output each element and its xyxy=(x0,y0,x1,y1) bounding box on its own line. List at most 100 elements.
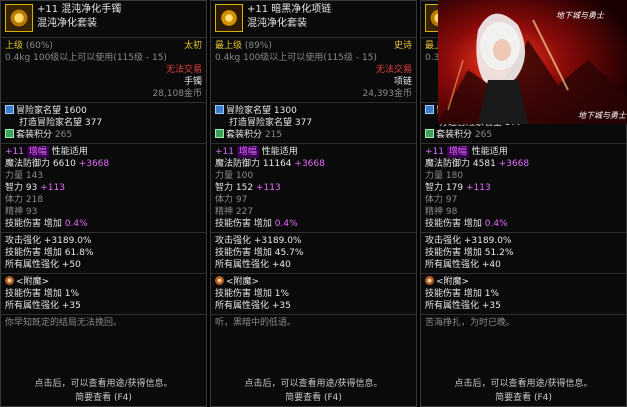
skill-damage-value: 0.4% xyxy=(484,219,508,229)
enchant-label: <附魔> xyxy=(16,277,50,287)
fame-value: 1600 xyxy=(63,106,87,116)
set-points-value: 215 xyxy=(264,130,283,140)
skill-damage2-label: 技能伤害 xyxy=(215,248,252,258)
item-enhance-level: +11 xyxy=(37,4,59,15)
fame-icon xyxy=(5,105,14,114)
skill-dmg2-inc-text: 增加 xyxy=(43,248,62,258)
enchant-orb-icon xyxy=(425,276,434,285)
item-level-requirement: 100级以上可以使用(115级 - 15) xyxy=(243,53,377,63)
amplify-tag: 增幅 xyxy=(236,146,259,158)
flavor-text: 苦海挣扎，为时已晚。 xyxy=(425,318,516,328)
skill-damage-value: 0.4% xyxy=(274,219,298,229)
item-weight: 0.4kg xyxy=(215,53,241,63)
skill-dmg2-inc-text: 增加 xyxy=(463,248,482,258)
item-grade: 最上级 xyxy=(215,41,243,51)
strength-label: 力量 xyxy=(215,171,234,181)
fame-icon xyxy=(425,105,434,114)
click-info-hint: 点击后，可以查看用途/获得信息。 xyxy=(454,379,593,389)
vitality-value: 97 xyxy=(235,195,248,205)
brief-view-button[interactable]: 简要查看 (F4) xyxy=(421,392,626,404)
intelligence-bonus: +113 xyxy=(465,183,491,193)
performance-label: 性能适用 xyxy=(261,147,298,157)
item-price: 28,108金币 xyxy=(152,89,203,99)
spirit-value: 227 xyxy=(235,207,254,217)
strength-label: 力量 xyxy=(425,171,444,181)
item-level-requirement: 100级以上可以使用(115级 - 15) xyxy=(33,53,167,63)
set-points-label: 套装积分 xyxy=(16,130,53,140)
item-rarity: 太初 xyxy=(183,41,202,51)
set-points-icon xyxy=(215,129,224,138)
spirit-value: 93 xyxy=(25,207,38,217)
all-element-label: 所有属性强化 xyxy=(5,260,60,270)
skill-dmg-inc-text: 增加 xyxy=(253,219,272,229)
amplify-level: +11 xyxy=(425,147,444,157)
intelligence-label: 智力 xyxy=(5,183,24,193)
magic-def-label: 魔法防御力 xyxy=(5,159,51,169)
trade-status: 无法交易 xyxy=(375,65,412,75)
all-element-value: +50 xyxy=(61,260,81,270)
intelligence-label: 智力 xyxy=(425,183,444,193)
game-banner-art: 地下城与勇士 地下城与勇士 xyxy=(438,0,627,124)
item-name: 混沌净化手镯 xyxy=(61,4,122,15)
item-icon[interactable] xyxy=(5,4,33,32)
ench-skill-inc-text: 增加 xyxy=(463,289,482,299)
enchant-label: <附魔> xyxy=(226,277,260,287)
item-set-name: 混沌净化套装 xyxy=(247,18,307,29)
flavor-text: 听，黑暗中的低语。 xyxy=(215,318,297,328)
intelligence-bonus: +113 xyxy=(40,183,65,193)
tooltip-header: +11 混沌净化手镯 混沌净化套装 xyxy=(1,1,206,38)
magic-def-value: 4581 xyxy=(472,159,496,169)
ench-skill-inc-text: 增加 xyxy=(253,289,272,299)
item-rarity: 史诗 xyxy=(393,41,412,51)
attack-boost-value: +3189.0% xyxy=(253,236,302,246)
enchant-element-label: 所有属性强化 xyxy=(425,301,480,311)
fame-label: 冒险家名望 xyxy=(226,106,272,116)
enchant-element-label: 所有属性强化 xyxy=(215,301,270,311)
skill-damage-value: 0.4% xyxy=(64,219,88,229)
item-slot: 项链 xyxy=(393,77,412,87)
skill-damage2-label: 技能伤害 xyxy=(425,248,462,258)
magic-def-bonus: +3668 xyxy=(78,159,110,169)
skill-damage-label: 技能伤害 xyxy=(215,219,252,229)
enchant-orb-icon xyxy=(215,276,224,285)
attack-boost-label: 攻击强化 xyxy=(215,236,252,246)
intelligence-bonus: +113 xyxy=(255,183,281,193)
item-grade-percent: (89%) xyxy=(244,41,272,51)
skill-dmg-inc-text: 增加 xyxy=(463,219,482,229)
performance-label: 性能适用 xyxy=(471,147,508,157)
intelligence-value: 93 xyxy=(25,183,38,193)
attack-boost-label: 攻击强化 xyxy=(5,236,42,246)
all-element-value: +40 xyxy=(481,260,501,270)
magic-def-label: 魔法防御力 xyxy=(215,159,261,169)
fame-label: 冒险家名望 xyxy=(16,106,62,116)
item-slot: 手镯 xyxy=(183,77,202,87)
enchant-element-value: +35 xyxy=(271,301,291,311)
flavor-text: 你早知既定的结局无法挽回。 xyxy=(5,318,123,328)
enchant-skill-value: 1% xyxy=(64,289,80,299)
fame-value: 1300 xyxy=(273,106,297,116)
intelligence-value: 179 xyxy=(445,183,464,193)
vitality-value: 218 xyxy=(25,195,44,205)
enchant-label: <附魔> xyxy=(436,277,470,287)
click-info-hint: 点击后，可以查看用途/获得信息。 xyxy=(244,379,383,389)
forge-fame-label: 打造冒险家名望 xyxy=(19,118,83,128)
skill-damage2-label: 技能伤害 xyxy=(5,248,42,258)
item-icon[interactable] xyxy=(215,4,243,32)
set-points-icon xyxy=(425,129,434,138)
amplify-level: +11 xyxy=(5,147,24,157)
ench-skill-inc-text: 增加 xyxy=(43,289,62,299)
vitality-label: 体力 xyxy=(5,195,24,205)
attack-boost-value: +3189.0% xyxy=(463,236,512,246)
tooltip-header: +11 暗黑净化项链 混沌净化套装 xyxy=(211,1,416,38)
enchant-skill-value: 1% xyxy=(484,289,500,299)
skill-damage2-value: 45.7% xyxy=(274,248,304,258)
strength-label: 力量 xyxy=(5,171,24,181)
set-points-value: 265 xyxy=(474,130,493,140)
amplify-level: +11 xyxy=(215,147,234,157)
spirit-label: 精神 xyxy=(5,207,24,217)
set-points-label: 套装积分 xyxy=(436,130,473,140)
brief-view-button[interactable]: 简要查看 (F4) xyxy=(1,392,206,404)
skill-damage2-value: 51.2% xyxy=(484,248,514,258)
brief-view-button[interactable]: 简要查看 (F4) xyxy=(211,392,416,404)
spirit-value: 98 xyxy=(445,207,458,217)
